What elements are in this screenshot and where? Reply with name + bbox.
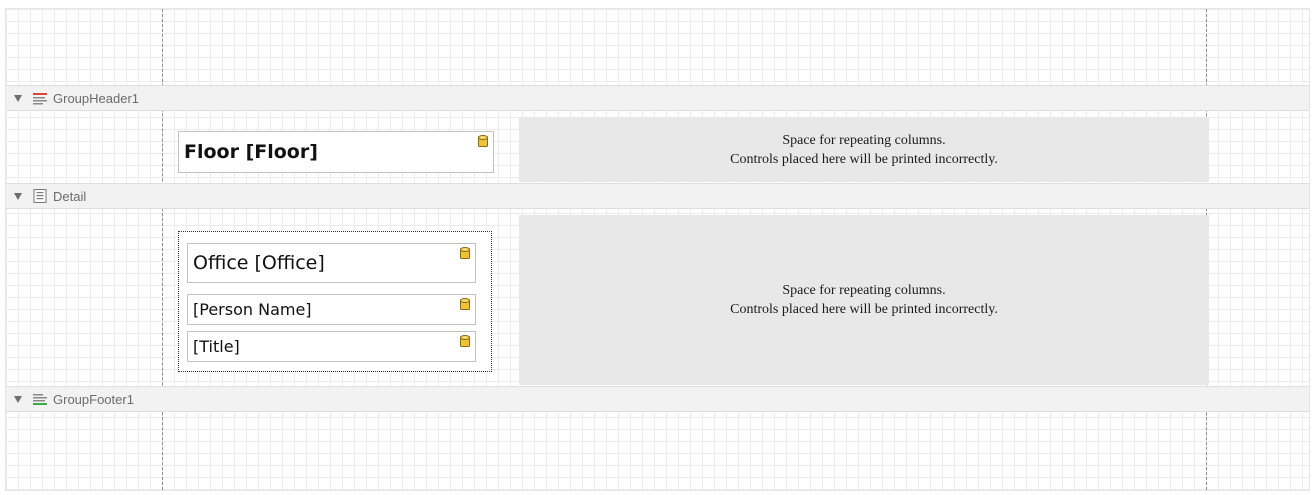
repeating-columns-warning: Controls placed here will be printed inc… bbox=[730, 302, 998, 317]
repeating-columns-warning: Controls placed here will be printed inc… bbox=[730, 151, 998, 167]
person-name-field[interactable]: [Person Name] bbox=[187, 294, 476, 325]
repeating-columns-area-detail: Space for repeating columns. Controls pl… bbox=[519, 215, 1209, 385]
band-strip-detail[interactable]: Detail bbox=[6, 183, 1309, 209]
floor-field[interactable]: Floor [Floor] bbox=[178, 131, 494, 173]
collapse-triangle-icon[interactable] bbox=[14, 94, 22, 102]
repeating-columns-note: Space for repeating columns. bbox=[782, 132, 946, 148]
database-icon bbox=[460, 298, 470, 310]
band-strip-group-footer[interactable]: GroupFooter1 bbox=[6, 386, 1309, 412]
group-header-icon bbox=[32, 91, 48, 105]
database-icon bbox=[460, 247, 470, 259]
repeating-columns-area-header: Space for repeating columns. Controls pl… bbox=[519, 117, 1209, 182]
band-label-group-footer: GroupFooter1 bbox=[53, 391, 134, 407]
group-footer-icon bbox=[32, 392, 48, 406]
database-icon bbox=[460, 335, 470, 347]
title-field-text: [Title] bbox=[193, 337, 240, 356]
left-margin-line[interactable] bbox=[162, 9, 163, 490]
person-name-field-text: [Person Name] bbox=[193, 300, 312, 319]
band-strip-group-header[interactable]: GroupHeader1 bbox=[6, 85, 1309, 111]
office-field-text: Office [Office] bbox=[193, 252, 325, 274]
collapse-triangle-icon[interactable] bbox=[14, 395, 22, 403]
band-label-detail: Detail bbox=[53, 188, 87, 204]
office-field[interactable]: Office [Office] bbox=[187, 243, 476, 283]
band-label-group-header: GroupHeader1 bbox=[53, 90, 139, 106]
title-field[interactable]: [Title] bbox=[187, 331, 476, 362]
report-design-surface[interactable]: GroupHeader1 Floor [Floor] Space for rep… bbox=[5, 8, 1310, 491]
collapse-triangle-icon[interactable] bbox=[14, 192, 22, 200]
detail-band-icon bbox=[32, 189, 48, 203]
repeating-columns-note: Space for repeating columns. bbox=[782, 283, 946, 298]
database-icon bbox=[478, 135, 488, 147]
floor-field-text: Floor [Floor] bbox=[184, 141, 318, 163]
